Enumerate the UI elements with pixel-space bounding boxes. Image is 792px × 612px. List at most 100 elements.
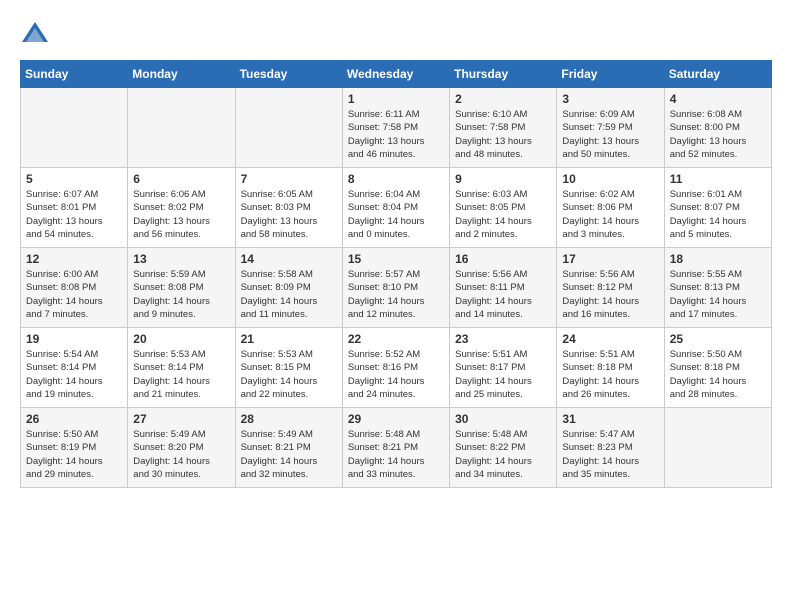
day-number: 23 xyxy=(455,332,551,346)
day-number: 3 xyxy=(562,92,658,106)
day-number: 1 xyxy=(348,92,444,106)
day-info: Sunrise: 6:11 AM Sunset: 7:58 PM Dayligh… xyxy=(348,108,444,161)
calendar-week-row: 12Sunrise: 6:00 AM Sunset: 8:08 PM Dayli… xyxy=(21,248,772,328)
calendar-cell: 10Sunrise: 6:02 AM Sunset: 8:06 PM Dayli… xyxy=(557,168,664,248)
calendar-cell: 9 Sunrise: 6:03 AM Sunset: 8:05 PM Daylig… xyxy=(450,168,557,248)
day-number: 25 xyxy=(670,332,766,346)
day-info: Sunrise: 5:50 AM Sunset: 8:18 PM Dayligh… xyxy=(670,348,766,401)
day-number: 17 xyxy=(562,252,658,266)
calendar-cell: 29 Sunrise: 5:48 AM Sunset: 8:21 PM Dayli… xyxy=(342,408,449,488)
day-info: Sunrise: 5:48 AM Sunset: 8:21 PM Dayligh… xyxy=(348,428,444,481)
calendar-cell: 19Sunrise: 5:54 AM Sunset: 8:14 PM Dayli… xyxy=(21,328,128,408)
day-number: 5 xyxy=(26,172,122,186)
day-info: Sunrise: 6:08 AM Sunset: 8:00 PM Dayligh… xyxy=(670,108,766,161)
day-number: 26 xyxy=(26,412,122,426)
day-info: Sunrise: 5:53 AM Sunset: 8:14 PM Dayligh… xyxy=(133,348,229,401)
day-number: 18 xyxy=(670,252,766,266)
day-number: 29 xyxy=(348,412,444,426)
day-info: Sunrise: 5:49 AM Sunset: 8:20 PM Dayligh… xyxy=(133,428,229,481)
day-number: 6 xyxy=(133,172,229,186)
calendar-week-row: 26 Sunrise: 5:50 AM Sunset: 8:19 PM Dayli… xyxy=(21,408,772,488)
calendar-cell xyxy=(664,408,771,488)
day-info: Sunrise: 6:03 AM Sunset: 8:05 PM Dayligh… xyxy=(455,188,551,241)
calendar-cell: 2 Sunrise: 6:10 AM Sunset: 7:58 PM Daylig… xyxy=(450,88,557,168)
calendar-cell: 6 Sunrise: 6:06 AM Sunset: 8:02 PM Daylig… xyxy=(128,168,235,248)
calendar-cell: 16Sunrise: 5:56 AM Sunset: 8:11 PM Dayli… xyxy=(450,248,557,328)
weekday-header-row: SundayMondayTuesdayWednesdayThursdayFrid… xyxy=(21,61,772,88)
day-info: Sunrise: 5:48 AM Sunset: 8:22 PM Dayligh… xyxy=(455,428,551,481)
day-info: Sunrise: 6:00 AM Sunset: 8:08 PM Dayligh… xyxy=(26,268,122,321)
day-info: Sunrise: 5:51 AM Sunset: 8:18 PM Dayligh… xyxy=(562,348,658,401)
day-number: 20 xyxy=(133,332,229,346)
weekday-header-wednesday: Wednesday xyxy=(342,61,449,88)
day-info: Sunrise: 5:58 AM Sunset: 8:09 PM Dayligh… xyxy=(241,268,337,321)
calendar-cell: 30 Sunrise: 5:48 AM Sunset: 8:22 PM Dayli… xyxy=(450,408,557,488)
calendar-cell: 12Sunrise: 6:00 AM Sunset: 8:08 PM Dayli… xyxy=(21,248,128,328)
day-info: Sunrise: 6:01 AM Sunset: 8:07 PM Dayligh… xyxy=(670,188,766,241)
day-number: 28 xyxy=(241,412,337,426)
day-info: Sunrise: 5:54 AM Sunset: 8:14 PM Dayligh… xyxy=(26,348,122,401)
calendar-week-row: 19Sunrise: 5:54 AM Sunset: 8:14 PM Dayli… xyxy=(21,328,772,408)
logo-icon xyxy=(20,20,50,50)
calendar-cell: 15 Sunrise: 5:57 AM Sunset: 8:10 PM Dayli… xyxy=(342,248,449,328)
calendar-cell: 11 Sunrise: 6:01 AM Sunset: 8:07 PM Dayli… xyxy=(664,168,771,248)
calendar-cell xyxy=(21,88,128,168)
day-number: 2 xyxy=(455,92,551,106)
day-info: Sunrise: 6:05 AM Sunset: 8:03 PM Dayligh… xyxy=(241,188,337,241)
calendar-cell: 3 Sunrise: 6:09 AM Sunset: 7:59 PM Daylig… xyxy=(557,88,664,168)
calendar-cell: 24Sunrise: 5:51 AM Sunset: 8:18 PM Dayli… xyxy=(557,328,664,408)
weekday-header-thursday: Thursday xyxy=(450,61,557,88)
day-info: Sunrise: 6:04 AM Sunset: 8:04 PM Dayligh… xyxy=(348,188,444,241)
day-number: 11 xyxy=(670,172,766,186)
calendar-week-row: 1 Sunrise: 6:11 AM Sunset: 7:58 PM Daylig… xyxy=(21,88,772,168)
day-info: Sunrise: 6:07 AM Sunset: 8:01 PM Dayligh… xyxy=(26,188,122,241)
day-info: Sunrise: 5:55 AM Sunset: 8:13 PM Dayligh… xyxy=(670,268,766,321)
day-number: 30 xyxy=(455,412,551,426)
calendar-cell: 7Sunrise: 6:05 AM Sunset: 8:03 PM Daylig… xyxy=(235,168,342,248)
calendar-cell: 21 Sunrise: 5:53 AM Sunset: 8:15 PM Dayli… xyxy=(235,328,342,408)
calendar-cell: 13 Sunrise: 5:59 AM Sunset: 8:08 PM Dayli… xyxy=(128,248,235,328)
calendar-cell: 18 Sunrise: 5:55 AM Sunset: 8:13 PM Dayli… xyxy=(664,248,771,328)
calendar-cell: 28 Sunrise: 5:49 AM Sunset: 8:21 PM Dayli… xyxy=(235,408,342,488)
day-info: Sunrise: 5:56 AM Sunset: 8:11 PM Dayligh… xyxy=(455,268,551,321)
page-header xyxy=(20,20,772,50)
calendar-table: SundayMondayTuesdayWednesdayThursdayFrid… xyxy=(20,60,772,488)
weekday-header-monday: Monday xyxy=(128,61,235,88)
calendar-cell xyxy=(128,88,235,168)
weekday-header-saturday: Saturday xyxy=(664,61,771,88)
day-number: 9 xyxy=(455,172,551,186)
calendar-cell: 22Sunrise: 5:52 AM Sunset: 8:16 PM Dayli… xyxy=(342,328,449,408)
calendar-cell: 1 Sunrise: 6:11 AM Sunset: 7:58 PM Daylig… xyxy=(342,88,449,168)
calendar-cell: 14 Sunrise: 5:58 AM Sunset: 8:09 PM Dayli… xyxy=(235,248,342,328)
calendar-cell: 4 Sunrise: 6:08 AM Sunset: 8:00 PM Daylig… xyxy=(664,88,771,168)
day-number: 8 xyxy=(348,172,444,186)
day-info: Sunrise: 5:59 AM Sunset: 8:08 PM Dayligh… xyxy=(133,268,229,321)
day-number: 15 xyxy=(348,252,444,266)
day-info: Sunrise: 5:53 AM Sunset: 8:15 PM Dayligh… xyxy=(241,348,337,401)
calendar-cell: 23 Sunrise: 5:51 AM Sunset: 8:17 PM Dayli… xyxy=(450,328,557,408)
day-number: 4 xyxy=(670,92,766,106)
calendar-cell: 17Sunrise: 5:56 AM Sunset: 8:12 PM Dayli… xyxy=(557,248,664,328)
day-info: Sunrise: 5:49 AM Sunset: 8:21 PM Dayligh… xyxy=(241,428,337,481)
calendar-cell: 20 Sunrise: 5:53 AM Sunset: 8:14 PM Dayli… xyxy=(128,328,235,408)
calendar-cell: 25 Sunrise: 5:50 AM Sunset: 8:18 PM Dayli… xyxy=(664,328,771,408)
day-info: Sunrise: 5:52 AM Sunset: 8:16 PM Dayligh… xyxy=(348,348,444,401)
day-number: 13 xyxy=(133,252,229,266)
calendar-cell: 26 Sunrise: 5:50 AM Sunset: 8:19 PM Dayli… xyxy=(21,408,128,488)
day-number: 14 xyxy=(241,252,337,266)
day-info: Sunrise: 5:47 AM Sunset: 8:23 PM Dayligh… xyxy=(562,428,658,481)
day-number: 31 xyxy=(562,412,658,426)
calendar-cell: 8 Sunrise: 6:04 AM Sunset: 8:04 PM Daylig… xyxy=(342,168,449,248)
weekday-header-friday: Friday xyxy=(557,61,664,88)
day-info: Sunrise: 5:57 AM Sunset: 8:10 PM Dayligh… xyxy=(348,268,444,321)
day-info: Sunrise: 5:51 AM Sunset: 8:17 PM Dayligh… xyxy=(455,348,551,401)
weekday-header-sunday: Sunday xyxy=(21,61,128,88)
day-info: Sunrise: 6:06 AM Sunset: 8:02 PM Dayligh… xyxy=(133,188,229,241)
day-info: Sunrise: 6:09 AM Sunset: 7:59 PM Dayligh… xyxy=(562,108,658,161)
day-number: 27 xyxy=(133,412,229,426)
day-info: Sunrise: 5:50 AM Sunset: 8:19 PM Dayligh… xyxy=(26,428,122,481)
day-number: 21 xyxy=(241,332,337,346)
day-info: Sunrise: 6:10 AM Sunset: 7:58 PM Dayligh… xyxy=(455,108,551,161)
calendar-cell xyxy=(235,88,342,168)
calendar-cell: 31 Sunrise: 5:47 AM Sunset: 8:23 PM Dayli… xyxy=(557,408,664,488)
